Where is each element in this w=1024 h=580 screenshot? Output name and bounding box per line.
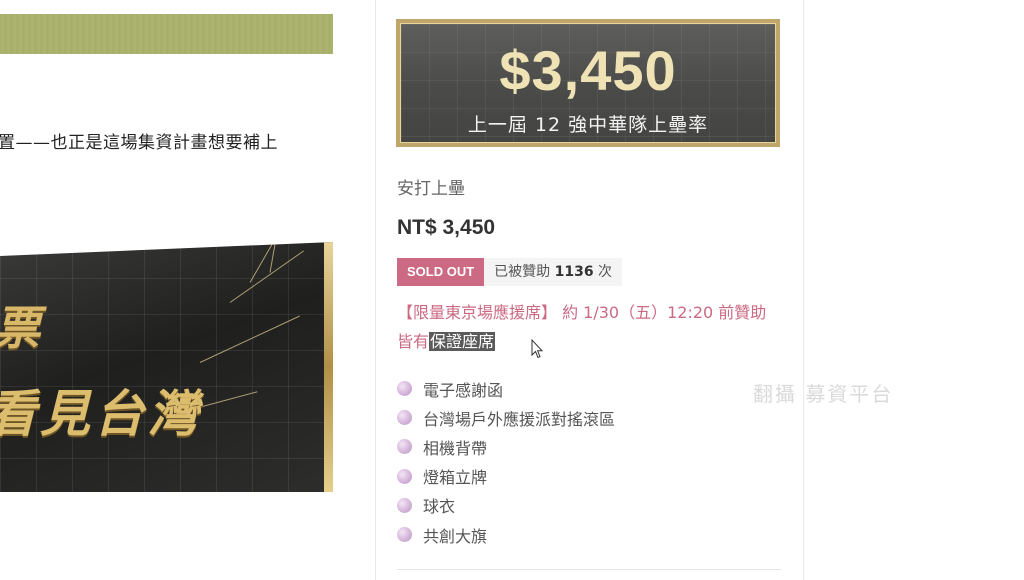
- olive-banner-image: [0, 14, 333, 54]
- purple-orb-icon: [397, 410, 412, 426]
- list-item-label: 共創大旗: [423, 526, 488, 546]
- backers-count-label: 已被贊助 1136 次: [484, 258, 623, 286]
- gold-edge: [324, 242, 333, 492]
- reward-price: NT$ 3,450: [397, 216, 496, 239]
- list-item: 共創大旗: [397, 520, 615, 549]
- purple-orb-icon: [397, 381, 412, 397]
- backers-prefix: 已被贊助: [494, 264, 555, 280]
- list-item-label: 球衣: [423, 497, 456, 517]
- list-item: 相機背帶: [397, 432, 615, 461]
- backers-suffix: 次: [593, 264, 613, 280]
- status-row: SOLD OUT 已被贊助 1136 次: [397, 258, 623, 286]
- reward-card[interactable]: $3,450 上一屆 12 強中華隊上壘率 安打上壘 NT$ 3,450 SOL…: [376, 0, 803, 580]
- promo-headline-1: 票: [0, 292, 42, 358]
- list-item-label: 相機背帶: [423, 438, 488, 458]
- purple-orb-icon: [397, 497, 412, 513]
- article-paragraph: 置——也正是這場集資計畫想要補上: [0, 133, 278, 153]
- list-item: 台灣場戶外應援派對搖滾區: [397, 403, 615, 432]
- reward-title: 安打上壘: [397, 179, 465, 199]
- list-item: 燈箱立牌: [397, 462, 615, 491]
- note-highlight: 保證座席: [429, 332, 496, 351]
- list-item-label: 台灣場戶外應援派對搖滾區: [423, 409, 616, 429]
- mouse-pointer-icon: [531, 339, 543, 359]
- badge-price: $3,450: [499, 39, 677, 102]
- backers-count: 1136: [554, 264, 594, 280]
- watermark: 翻攝 募資平台: [753, 382, 894, 406]
- column-divider: [803, 0, 804, 580]
- list-item-label: 電子感謝函: [423, 380, 504, 400]
- promo-banner-image: 票 看見台灣: [0, 242, 333, 492]
- purple-orb-icon: [397, 439, 412, 455]
- sold-out-badge: SOLD OUT: [397, 258, 485, 286]
- promo-grid: [0, 242, 333, 492]
- list-item: 電子感謝函: [397, 374, 615, 403]
- purple-orb-icon: [397, 468, 412, 484]
- card-divider: [397, 569, 781, 570]
- list-item: 球衣: [397, 491, 615, 520]
- purple-orb-icon: [397, 527, 412, 543]
- promo-headline-2: 看見台灣: [0, 384, 202, 443]
- top-strip: [0, 0, 333, 14]
- reward-image-inner: $3,450 上一屆 12 強中華隊上壘率: [400, 23, 776, 143]
- reward-image: $3,450 上一屆 12 強中華隊上壘率: [396, 19, 780, 147]
- list-item-label: 燈箱立牌: [423, 468, 488, 488]
- reward-items-list: 電子感謝函 台灣場戶外應援派對搖滾區 相機背帶 燈箱立牌 球衣 共創大旗: [397, 374, 615, 549]
- badge-subtitle: 上一屆 12 強中華隊上壘率: [467, 114, 709, 136]
- reward-note: 【限量東京場應援席】 約 1/30（五）12:20 前贊助皆有保證座席: [397, 298, 781, 356]
- article-column: 置——也正是這場集資計畫想要補上 票 看見台灣: [0, 0, 333, 580]
